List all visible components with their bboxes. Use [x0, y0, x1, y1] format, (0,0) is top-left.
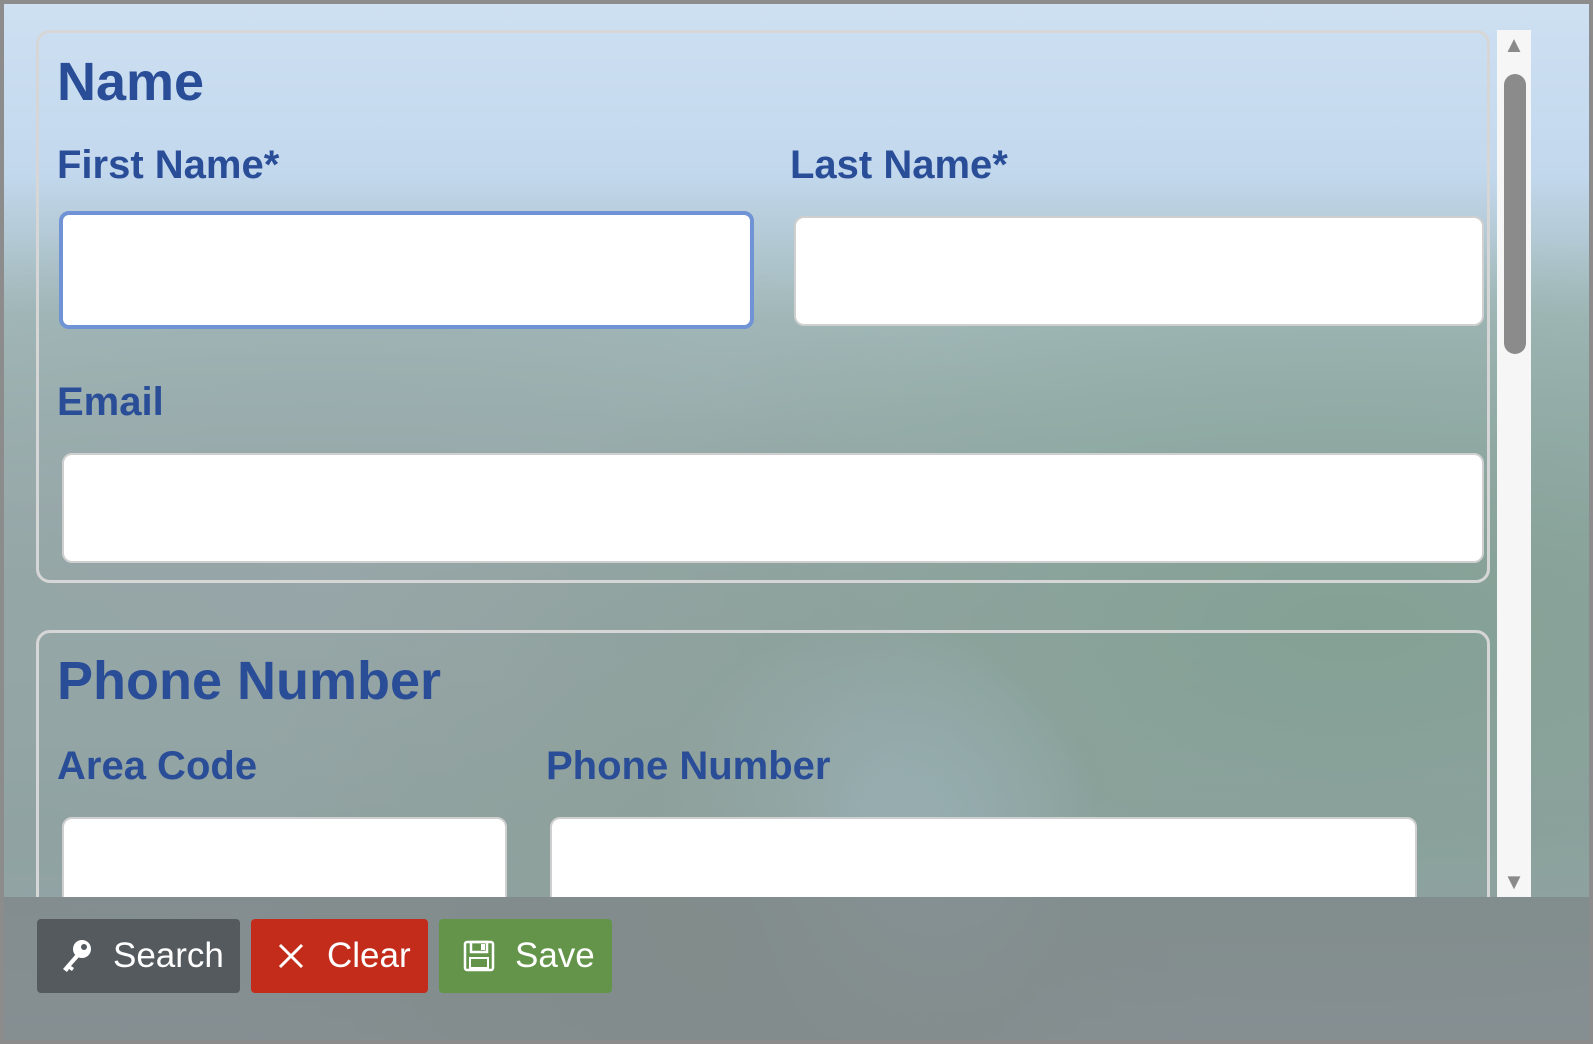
area-code-label: Area Code — [57, 744, 258, 788]
vertical-scrollbar[interactable]: ▲ ▼ — [1497, 30, 1531, 897]
area-code-field[interactable] — [62, 817, 507, 897]
clear-button[interactable]: Clear — [251, 919, 428, 993]
phone-section-heading: Phone Number — [57, 651, 442, 711]
last-name-field[interactable] — [794, 216, 1484, 326]
name-section: Name First Name* Last Name* Email — [36, 30, 1490, 583]
phone-number-label: Phone Number — [546, 744, 831, 788]
last-name-label: Last Name* — [790, 143, 1008, 187]
search-button[interactable]: Search — [37, 919, 240, 993]
form-scroll-area[interactable]: Name First Name* Last Name* Email Phone … — [4, 4, 1531, 897]
first-name-label: First Name* — [57, 143, 280, 187]
triangle-down-icon[interactable]: ▼ — [1497, 867, 1531, 897]
name-section-heading: Name — [57, 52, 205, 112]
search-button-label: Search — [113, 936, 224, 975]
action-toolbar: Search Clear Save — [4, 897, 1589, 1040]
app-window: Name First Name* Last Name* Email Phone … — [0, 0, 1593, 1044]
clear-button-label: Clear — [327, 936, 411, 975]
phone-number-field[interactable] — [550, 817, 1417, 897]
phone-number-section: Phone Number Area Code Phone Number — [36, 630, 1490, 897]
key-icon — [59, 936, 95, 976]
email-field[interactable] — [62, 453, 1484, 563]
floppy-disk-icon — [461, 936, 497, 976]
close-icon — [273, 936, 309, 976]
save-button-label: Save — [515, 936, 595, 975]
triangle-up-icon[interactable]: ▲ — [1497, 30, 1531, 60]
scrollbar-thumb[interactable] — [1504, 74, 1526, 354]
first-name-field[interactable] — [59, 211, 754, 329]
save-button[interactable]: Save — [439, 919, 612, 993]
email-label: Email — [57, 380, 164, 424]
